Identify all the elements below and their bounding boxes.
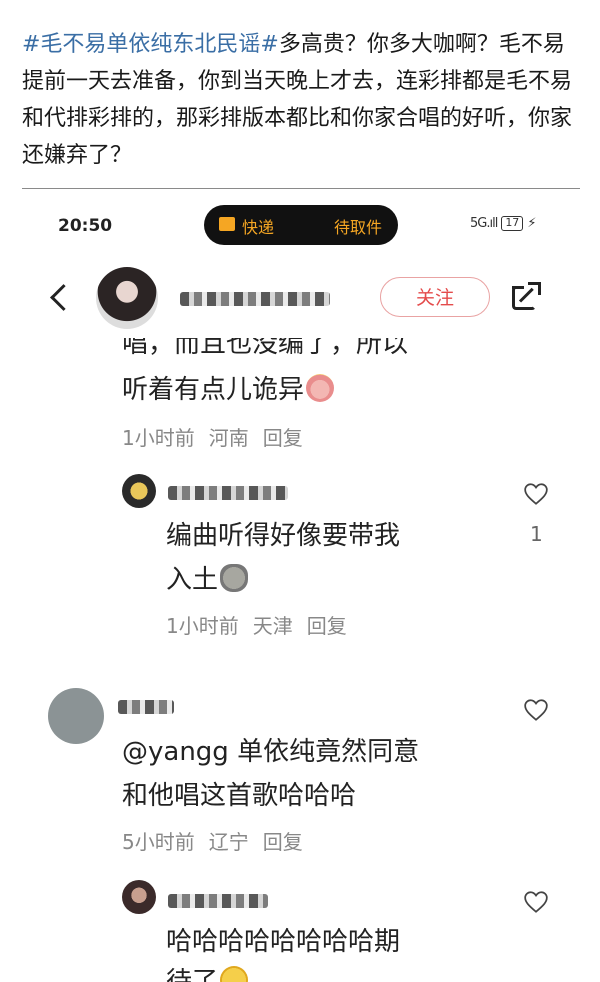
username-redacted	[118, 700, 174, 714]
comment-text-tail: 听着有点儿诡异	[122, 375, 305, 405]
pill-label-pickup: 待取件	[334, 218, 383, 237]
crying-emoji-icon	[306, 374, 335, 402]
comment-location: 河南	[208, 426, 249, 450]
reply-text-line2: 入土	[166, 560, 249, 600]
divider	[22, 188, 580, 189]
package-icon	[219, 217, 235, 231]
back-arrow-icon[interactable]	[44, 278, 77, 318]
reply-text-tail: 入土	[166, 565, 219, 595]
comment-text-line2: 和他唱这首歌哈哈哈	[122, 781, 357, 811]
pill-label-delivery: 快递	[242, 218, 275, 237]
battery-icon: 17	[501, 216, 524, 231]
share-icon[interactable]	[512, 282, 542, 312]
comment-time: 1小时前	[122, 426, 195, 450]
like-count: 1	[530, 522, 543, 546]
comment-text-line2: 待了	[166, 962, 249, 982]
comment-text-line1: @yangg 单依纯竟然同意	[122, 737, 420, 767]
comment-meta: 1小时前 河南 回复	[122, 422, 303, 451]
avatar[interactable]	[48, 688, 104, 744]
reply-text-line1: 编曲听得好像要带我	[166, 521, 401, 551]
comment-text-line1: 哈哈哈哈哈哈哈哈期	[166, 927, 401, 957]
reply-link[interactable]: 回复	[307, 614, 347, 638]
heart-icon[interactable]	[523, 698, 549, 722]
username-redacted	[180, 292, 330, 306]
comment-meta: 5小时前 辽宁 回复	[122, 826, 303, 855]
status-indicators: 5G.ıll 17 ⚡	[470, 216, 536, 231]
charging-icon: ⚡	[527, 216, 537, 231]
post-hashtag[interactable]: #毛不易单依纯东北民谣#	[22, 32, 279, 57]
reply-meta: 1小时前 天津 回复	[166, 610, 347, 639]
comment-text-tail: 待了	[166, 967, 219, 982]
reply-link[interactable]: 回复	[263, 426, 303, 450]
comment-partial-line: 唱，而且也没编了，所以	[122, 338, 409, 358]
post-text: #毛不易单依纯东北民谣#多高贵？你多大咖啊？毛不易提前一天去准备，你到当天晚上才…	[22, 26, 582, 174]
embedded-screenshot: 20:50 快递 待取件 5G.ıll 17 ⚡ 关注 唱，而且也没编了，所以 …	[22, 190, 580, 982]
signal-icon: 5G.ıll	[470, 216, 498, 231]
comment-location: 辽宁	[208, 830, 249, 854]
reply-time: 1小时前	[166, 614, 239, 638]
reply-location: 天津	[252, 614, 293, 638]
comment-text: 听着有点儿诡异	[122, 370, 335, 410]
status-time: 20:50	[58, 216, 113, 236]
comment-time: 5小时前	[122, 830, 195, 854]
reply-link[interactable]: 回复	[263, 830, 303, 854]
laughing-emoji-icon	[220, 966, 249, 982]
avatar[interactable]	[96, 267, 158, 329]
username-redacted	[168, 894, 268, 908]
heart-icon[interactable]	[523, 482, 549, 506]
status-pill[interactable]: 快递 待取件	[204, 205, 398, 245]
moai-emoji-icon	[220, 564, 249, 592]
heart-icon[interactable]	[523, 890, 549, 914]
avatar[interactable]	[122, 474, 156, 508]
username-redacted	[168, 486, 288, 500]
follow-button[interactable]: 关注	[380, 277, 490, 317]
avatar[interactable]	[122, 880, 156, 914]
